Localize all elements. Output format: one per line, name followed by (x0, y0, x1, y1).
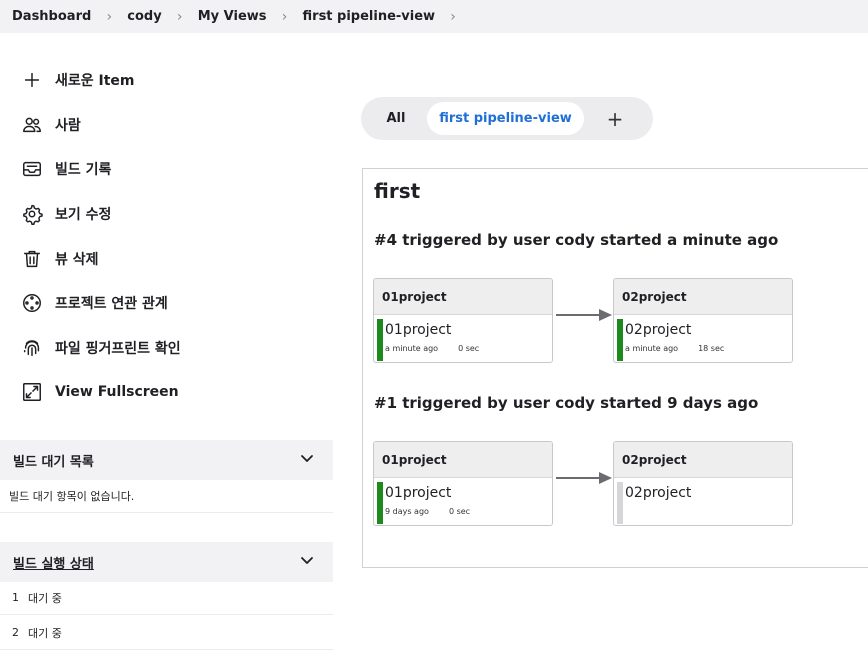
task-label: 사람 (55, 117, 81, 134)
fingerprint-icon (20, 336, 44, 360)
run-title[interactable]: #1 triggered by user cody started 9 days… (374, 394, 758, 412)
stage-status-bar (377, 482, 383, 524)
task-fingerprint-check[interactable]: 파일 핑거프린트 확인 (0, 326, 340, 371)
stage-header: 01project (374, 279, 552, 315)
task-build-history[interactable]: 빌드 기록 (0, 147, 340, 192)
task-label: View Fullscreen (55, 384, 179, 401)
stage-duration: 0 sec (458, 344, 480, 353)
stage-card[interactable]: 02project 02project (613, 441, 793, 526)
task-project-relationship[interactable]: 프로젝트 연관 관계 (0, 281, 340, 326)
gear-icon (20, 202, 44, 226)
executor-status: 대기 중 (28, 626, 62, 640)
stage-duration: 18 sec (698, 344, 725, 353)
run-title[interactable]: #4 triggered by user cody started a minu… (374, 231, 778, 249)
chevron-right-icon: › (176, 8, 183, 25)
build-queue-header[interactable]: 빌드 대기 목록 (0, 440, 333, 480)
task-edit-view[interactable]: 보기 수정 (0, 192, 340, 237)
executor-number: 2 (12, 626, 19, 639)
build-queue-empty: 빌드 대기 항목이 없습니다. (0, 479, 333, 513)
stage-status-bar (617, 482, 623, 524)
executor-row: 2 대기 중 (0, 616, 333, 650)
build-queue-empty-text: 빌드 대기 항목이 없습니다. (9, 489, 135, 503)
task-label: 프로젝트 연관 관계 (55, 296, 168, 313)
task-label: 빌드 기록 (55, 162, 112, 179)
stage-name: 01project (385, 322, 452, 338)
task-label: 새로운 Item (55, 73, 135, 90)
executors-title[interactable]: 빌드 실행 상태 (13, 553, 94, 572)
stage-name: 01project (385, 485, 452, 501)
stage-header: 02project (614, 442, 792, 478)
stage-header: 01project (374, 442, 552, 478)
stage-time: a minute ago (625, 344, 679, 353)
executor-status: 대기 중 (28, 591, 62, 605)
chevron-down-icon[interactable] (299, 450, 315, 470)
pipeline-view: first #4 triggered by user cody started … (362, 168, 868, 568)
chevron-right-icon[interactable]: › (435, 9, 471, 25)
relationship-icon (20, 291, 44, 315)
side-tasks: 새로운 Item 사람 빌드 기록 보기 수정 뷰 삭제 프로젝트 연관 관계 (0, 58, 340, 415)
people-icon (20, 113, 44, 137)
trash-icon (20, 247, 44, 271)
chevron-down-icon[interactable] (299, 552, 315, 572)
stage-time: 9 days ago (385, 507, 429, 516)
stage-status-bar (617, 319, 623, 361)
add-view-button[interactable]: + (584, 102, 646, 135)
arrow-right-icon (556, 472, 612, 484)
stage-name: 02project (625, 485, 692, 501)
build-queue-title: 빌드 대기 목록 (13, 454, 94, 470)
task-label: 뷰 삭제 (55, 251, 99, 268)
stage-card[interactable]: 02project 02project a minute ago 18 sec (613, 278, 793, 363)
stage-time: a minute ago (385, 344, 439, 353)
stage-status-bar (377, 319, 383, 361)
executor-number: 1 (12, 591, 19, 604)
chevron-right-icon: › (106, 8, 113, 25)
executors-header[interactable]: 빌드 실행 상태 (0, 542, 333, 582)
tab-all[interactable]: All (365, 102, 427, 135)
arrow-right-icon (556, 309, 612, 321)
executor-row: 1 대기 중 (0, 581, 333, 615)
stage-card[interactable]: 01project 01project 9 days ago 0 sec (373, 441, 553, 526)
fullscreen-icon (20, 380, 44, 404)
task-label: 보기 수정 (55, 207, 112, 224)
tab-first-pipeline-view[interactable]: first pipeline-view (427, 102, 584, 135)
breadcrumb-my-views[interactable]: My Views (198, 9, 267, 24)
pipeline-title: first (374, 179, 421, 203)
plus-icon (20, 68, 44, 92)
task-delete-view[interactable]: 뷰 삭제 (0, 236, 340, 281)
task-people[interactable]: 사람 (0, 103, 340, 148)
breadcrumb: Dashboard › cody › My Views › first pipe… (0, 0, 868, 33)
task-view-fullscreen[interactable]: View Fullscreen (0, 370, 340, 415)
breadcrumb-dashboard[interactable]: Dashboard (12, 9, 91, 24)
breadcrumb-current-view[interactable]: first pipeline-view (303, 9, 436, 24)
stage-name: 02project (625, 322, 692, 338)
stage-header: 02project (614, 279, 792, 315)
stage-duration: 0 sec (448, 507, 471, 516)
task-label: 파일 핑거프린트 확인 (55, 340, 181, 357)
breadcrumb-user[interactable]: cody (127, 9, 161, 24)
chevron-right-icon: › (281, 8, 288, 25)
task-new-item[interactable]: 새로운 Item (0, 58, 340, 103)
inbox-icon (20, 157, 44, 181)
view-tabs: All first pipeline-view + (361, 97, 653, 140)
stage-card[interactable]: 01project 01project a minute ago 0 sec (373, 278, 553, 363)
